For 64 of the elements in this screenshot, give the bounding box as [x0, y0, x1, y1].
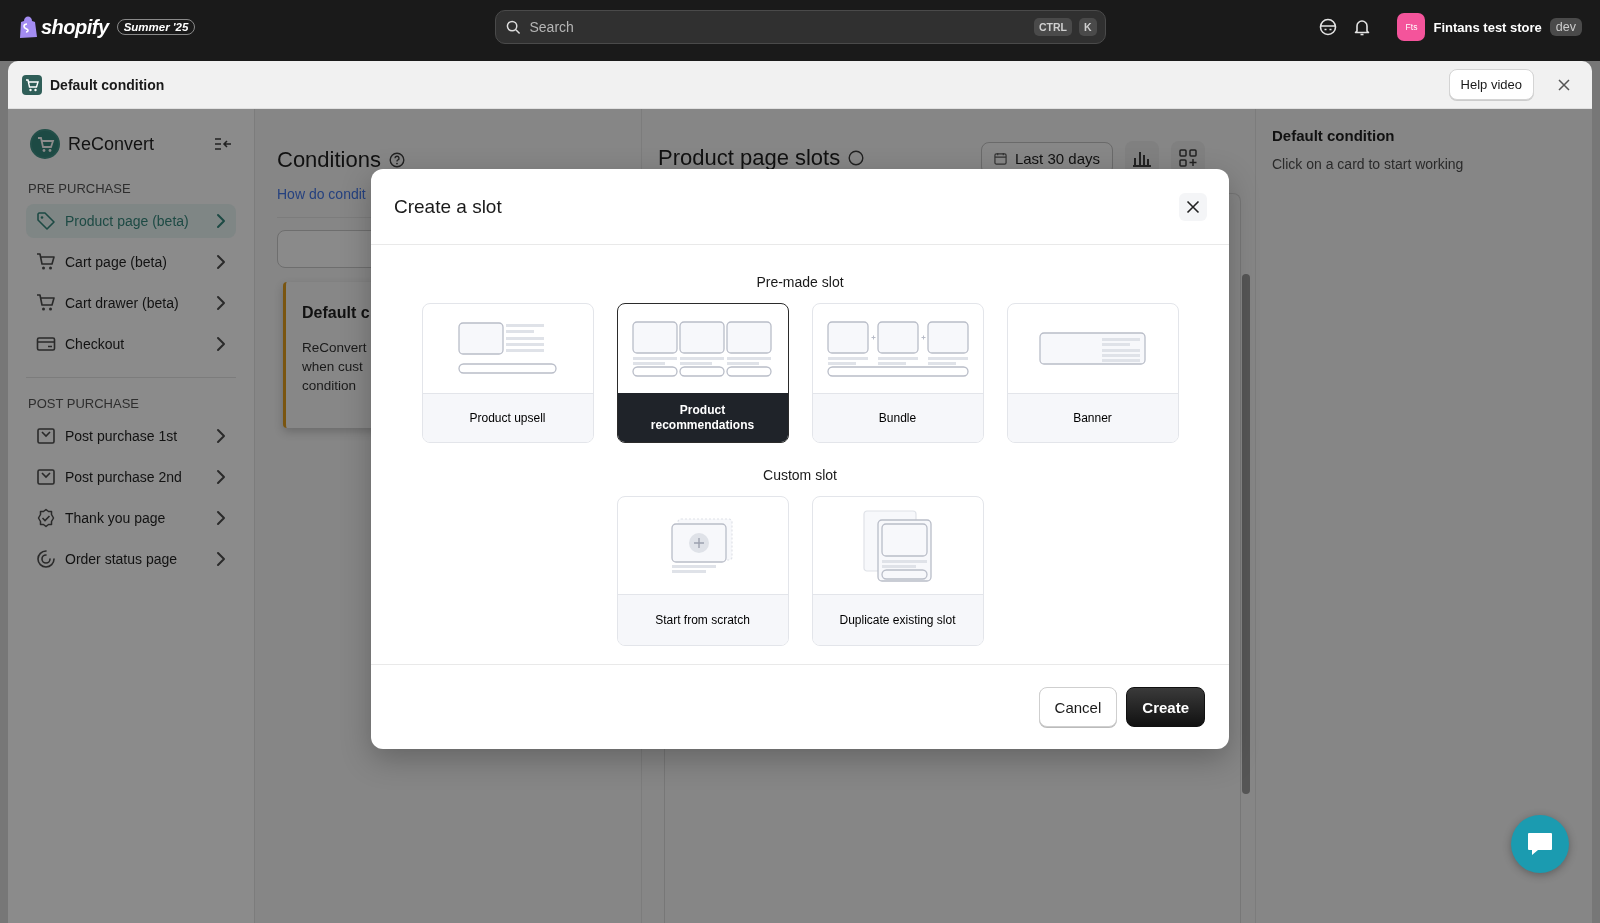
collapse-sidebar-icon[interactable]: [214, 137, 232, 151]
cancel-button[interactable]: Cancel: [1038, 687, 1118, 727]
inbox-icon: [36, 467, 56, 487]
window-title: Default condition: [50, 76, 165, 93]
panel-title: Product page slots: [658, 145, 841, 171]
sidebar-item[interactable]: Cart drawer (beta): [26, 286, 236, 320]
chevron-right-icon: [216, 428, 226, 444]
sidebar-item[interactable]: Checkout: [26, 327, 236, 361]
store-name[interactable]: Fintans test store: [1433, 19, 1542, 35]
logo-text: shopify: [41, 15, 109, 39]
scrollbar[interactable]: [1242, 274, 1250, 794]
sidebar-item[interactable]: Order status page: [26, 542, 236, 576]
slot-option-card[interactable]: Product upsell: [421, 303, 594, 443]
badge-check-icon: [36, 508, 56, 528]
card-title: Default c: [302, 304, 371, 322]
card-description: ReConvert when cust condition: [302, 339, 368, 395]
close-button[interactable]: [1179, 192, 1207, 221]
search-field[interactable]: Search CTRL K: [494, 10, 1106, 44]
add-slot-drawing: [670, 517, 735, 574]
store-badge: dev: [1549, 18, 1582, 36]
search-icon: [505, 19, 521, 35]
chevron-right-icon: [216, 469, 226, 485]
sidebar-item[interactable]: Post purchase 1st: [26, 419, 236, 453]
slot-option-card[interactable]: Banner: [1006, 303, 1179, 443]
panel-title: Default condition: [1272, 127, 1396, 144]
chevron-right-icon: [216, 336, 226, 352]
hint-text: Click on a card to start working: [1272, 156, 1465, 172]
section-heading: POST PURCHASE: [27, 396, 140, 411]
app-name: ReConvert: [68, 133, 155, 155]
cart-icon: [36, 252, 56, 272]
sidebar-item[interactable]: Post purchase 2nd: [26, 460, 236, 494]
slot-option-card[interactable]: Product recommendations: [616, 303, 789, 443]
chevron-right-icon: [216, 551, 226, 567]
sidebar-item[interactable]: Cart page (beta): [26, 245, 236, 279]
help-video-button[interactable]: Help video: [1448, 69, 1534, 100]
cart-logo-icon: [30, 129, 60, 159]
inbox-icon: [36, 426, 56, 446]
section-heading: PRE PURCHASE: [27, 181, 132, 196]
create-button[interactable]: Create: [1126, 687, 1205, 727]
cart-icon: [36, 293, 56, 313]
calendar-icon: [993, 151, 1007, 165]
slot-option-card[interactable]: Start from scratch: [616, 496, 789, 646]
chevron-right-icon: [216, 213, 226, 229]
crescent-icon: [36, 549, 56, 569]
slot-option-card[interactable]: Bundle: [811, 303, 984, 443]
section-heading: Pre-made slot: [755, 274, 845, 290]
chat-icon[interactable]: [1526, 831, 1554, 857]
shortcut-key: CTRL: [1033, 18, 1072, 36]
sidebar-item[interactable]: Thank you page: [26, 501, 236, 535]
dialog-title: Create a slot: [394, 195, 502, 218]
shopping-bag-icon: [18, 16, 38, 38]
section-heading: Custom slot: [762, 467, 838, 483]
card-icon: [36, 334, 56, 354]
chevron-right-icon: [216, 254, 226, 270]
tag-icon: [36, 211, 56, 231]
close-icon: [1186, 199, 1200, 214]
shortcut-key: K: [1078, 18, 1097, 36]
panel-title: Conditions: [277, 147, 381, 173]
chevron-right-icon: [216, 510, 226, 526]
search-input[interactable]: Search: [527, 18, 1027, 36]
store-avatar[interactable]: Fts: [1397, 13, 1426, 41]
chevron-right-icon: [216, 295, 226, 311]
slot-option-card[interactable]: Duplicate existing slot: [811, 496, 984, 646]
cart-logo-icon: [22, 74, 42, 95]
